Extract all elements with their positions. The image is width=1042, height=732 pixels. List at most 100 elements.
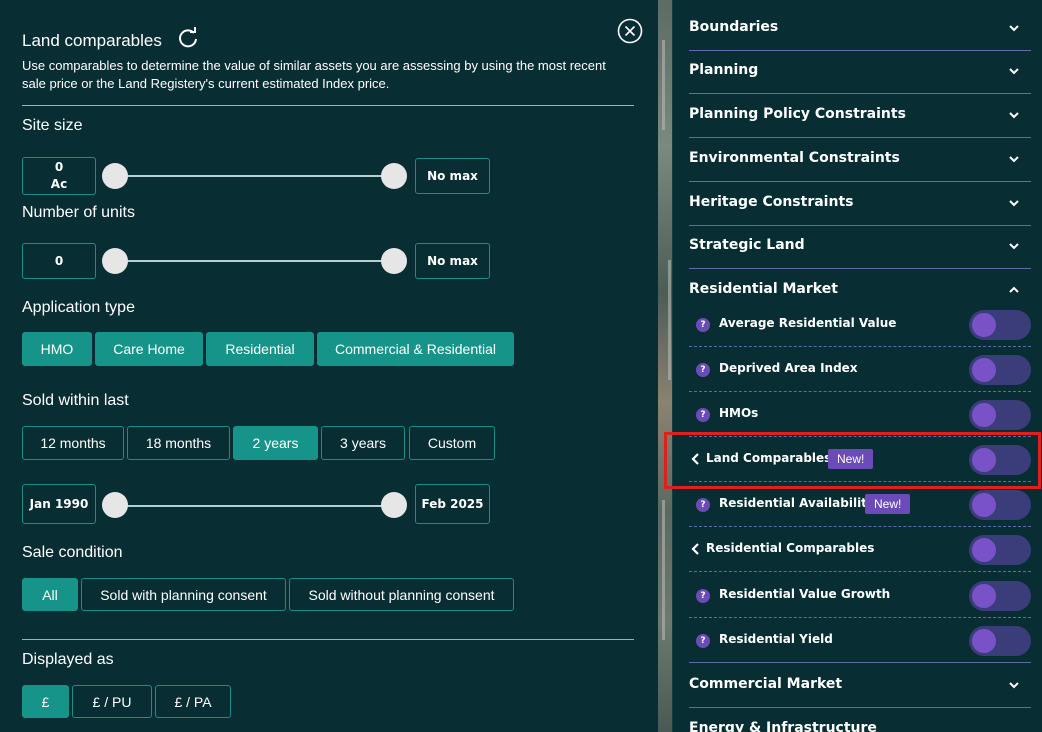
category-strategic-land[interactable]: Strategic Land	[689, 225, 1031, 269]
help-icon[interactable]: ?	[696, 589, 710, 603]
category-label: Residential Market	[689, 281, 838, 297]
layer-toggle[interactable]	[969, 581, 1031, 611]
help-icon[interactable]: ?	[696, 363, 710, 377]
layer-toggle[interactable]	[969, 535, 1031, 565]
toggle-knob	[972, 629, 996, 653]
layer-toggle[interactable]	[969, 490, 1031, 520]
date-from-field[interactable]: Jan 1990	[22, 484, 96, 524]
layer-residential-availability[interactable]: ? Residential Availability New!	[689, 482, 1031, 527]
close-icon[interactable]	[617, 18, 643, 44]
new-badge: New!	[828, 449, 874, 469]
chevron-down-icon	[1009, 112, 1019, 119]
category-label: Strategic Land	[689, 237, 805, 253]
date-to-handle[interactable]	[381, 492, 407, 518]
layer-label: Residential Availability	[719, 496, 875, 510]
chevron-down-icon	[1009, 156, 1019, 163]
layer-average-residential-value[interactable]: ? Average Residential Value	[689, 302, 1031, 347]
sale-condition-all[interactable]: All	[22, 578, 78, 611]
category-environmental-constraints[interactable]: Environmental Constraints	[689, 138, 1031, 182]
layer-residential-comparables[interactable]: Residential Comparables	[689, 527, 1031, 572]
displayed-as-pounds[interactable]: £	[22, 685, 69, 718]
date-from-handle[interactable]	[102, 492, 128, 518]
application-type-care-home[interactable]: Care Home	[95, 332, 203, 366]
site-size-slider-track[interactable]	[115, 175, 395, 177]
application-type-hmo[interactable]: HMO	[22, 332, 92, 366]
category-commercial-market[interactable]: Commercial Market	[689, 664, 1031, 708]
category-planning-policy-constraints[interactable]: Planning Policy Constraints	[689, 94, 1031, 138]
toggle-knob	[972, 403, 996, 427]
map-road	[662, 500, 665, 640]
site-size-min-handle[interactable]	[102, 163, 128, 189]
units-max-field[interactable]: No max	[415, 243, 490, 279]
layer-label: Residential Yield	[719, 632, 833, 646]
map-road	[662, 40, 665, 130]
date-slider-track[interactable]	[115, 505, 395, 507]
units-min-field[interactable]: 0	[22, 243, 96, 279]
sold-within-title: Sold within last	[22, 392, 129, 409]
layer-label: HMOs	[719, 406, 759, 420]
help-icon[interactable]: ?	[696, 318, 710, 332]
application-type-commercial-residential[interactable]: Commercial & Residential	[317, 332, 514, 366]
divider	[22, 105, 634, 106]
help-icon[interactable]: ?	[696, 634, 710, 648]
application-type-title: Application type	[22, 299, 135, 316]
layer-residential-value-growth[interactable]: ? Residential Value Growth	[689, 573, 1031, 618]
units-title: Number of units	[22, 204, 135, 221]
category-label: Planning Policy Constraints	[689, 106, 906, 122]
layer-hmos[interactable]: ? HMOs	[689, 392, 1031, 437]
toggle-knob	[972, 584, 996, 608]
category-energy-infrastructure[interactable]: Energy & Infrastructure	[689, 708, 1031, 732]
units-max-handle[interactable]	[381, 248, 407, 274]
category-boundaries[interactable]: Boundaries	[689, 7, 1031, 51]
category-planning[interactable]: Planning	[689, 50, 1031, 94]
layer-deprived-area-index[interactable]: ? Deprived Area Index	[689, 347, 1031, 392]
panel-title: Land comparables	[22, 31, 162, 50]
chevron-left-icon[interactable]	[689, 541, 703, 557]
date-to-field[interactable]: Feb 2025	[415, 484, 490, 524]
application-type-residential[interactable]: Residential	[206, 332, 314, 366]
chevron-down-icon	[1009, 243, 1019, 250]
site-size-title: Site size	[22, 117, 83, 134]
sold-within-custom[interactable]: Custom	[409, 426, 495, 460]
category-heritage-constraints[interactable]: Heritage Constraints	[689, 182, 1031, 226]
layer-toggle[interactable]	[969, 355, 1031, 385]
layer-label: Deprived Area Index	[719, 361, 858, 375]
layer-toggle[interactable]	[969, 445, 1031, 475]
sale-condition-with-consent[interactable]: Sold with planning consent	[81, 578, 286, 611]
chevron-down-icon	[1009, 200, 1019, 207]
toggle-knob	[972, 538, 996, 562]
displayed-as-per-unit[interactable]: £ / PU	[72, 685, 152, 718]
site-size-max-field[interactable]: No max	[415, 158, 490, 194]
sale-condition-without-consent[interactable]: Sold without planning consent	[289, 578, 514, 611]
layer-residential-yield[interactable]: ? Residential Yield	[689, 618, 1031, 663]
site-size-max-handle[interactable]	[381, 163, 407, 189]
displayed-as-title: Displayed as	[22, 651, 114, 668]
site-size-min-field[interactable]: 0 Ac	[22, 157, 96, 195]
toggle-knob	[972, 448, 996, 472]
units-slider-track[interactable]	[115, 260, 395, 262]
layer-toggle[interactable]	[969, 310, 1031, 340]
layer-label: Residential Comparables	[706, 541, 875, 555]
category-label: Planning	[689, 62, 759, 78]
units-min-handle[interactable]	[102, 248, 128, 274]
layer-toggle[interactable]	[969, 626, 1031, 656]
category-label: Energy & Infrastructure	[689, 720, 877, 732]
toggle-knob	[972, 358, 996, 382]
chevron-down-icon	[1009, 25, 1019, 32]
category-label: Commercial Market	[689, 676, 843, 692]
chevron-down-icon	[1009, 68, 1019, 75]
refresh-icon[interactable]	[176, 26, 200, 50]
layer-label: Land Comparables	[706, 451, 832, 465]
sold-within-12-months[interactable]: 12 months	[22, 426, 124, 460]
sold-within-2-years[interactable]: 2 years	[233, 426, 318, 460]
layer-toggle[interactable]	[969, 400, 1031, 430]
category-label: Heritage Constraints	[689, 194, 854, 210]
sold-within-18-months[interactable]: 18 months	[127, 426, 230, 460]
chevron-left-icon[interactable]	[689, 451, 703, 467]
help-icon[interactable]: ?	[696, 408, 710, 422]
divider	[22, 639, 634, 640]
sold-within-3-years[interactable]: 3 years	[321, 426, 405, 460]
help-icon[interactable]: ?	[696, 498, 710, 512]
layer-land-comparables[interactable]: Land Comparables New!	[689, 437, 1031, 482]
displayed-as-per-acre[interactable]: £ / PA	[155, 685, 231, 718]
